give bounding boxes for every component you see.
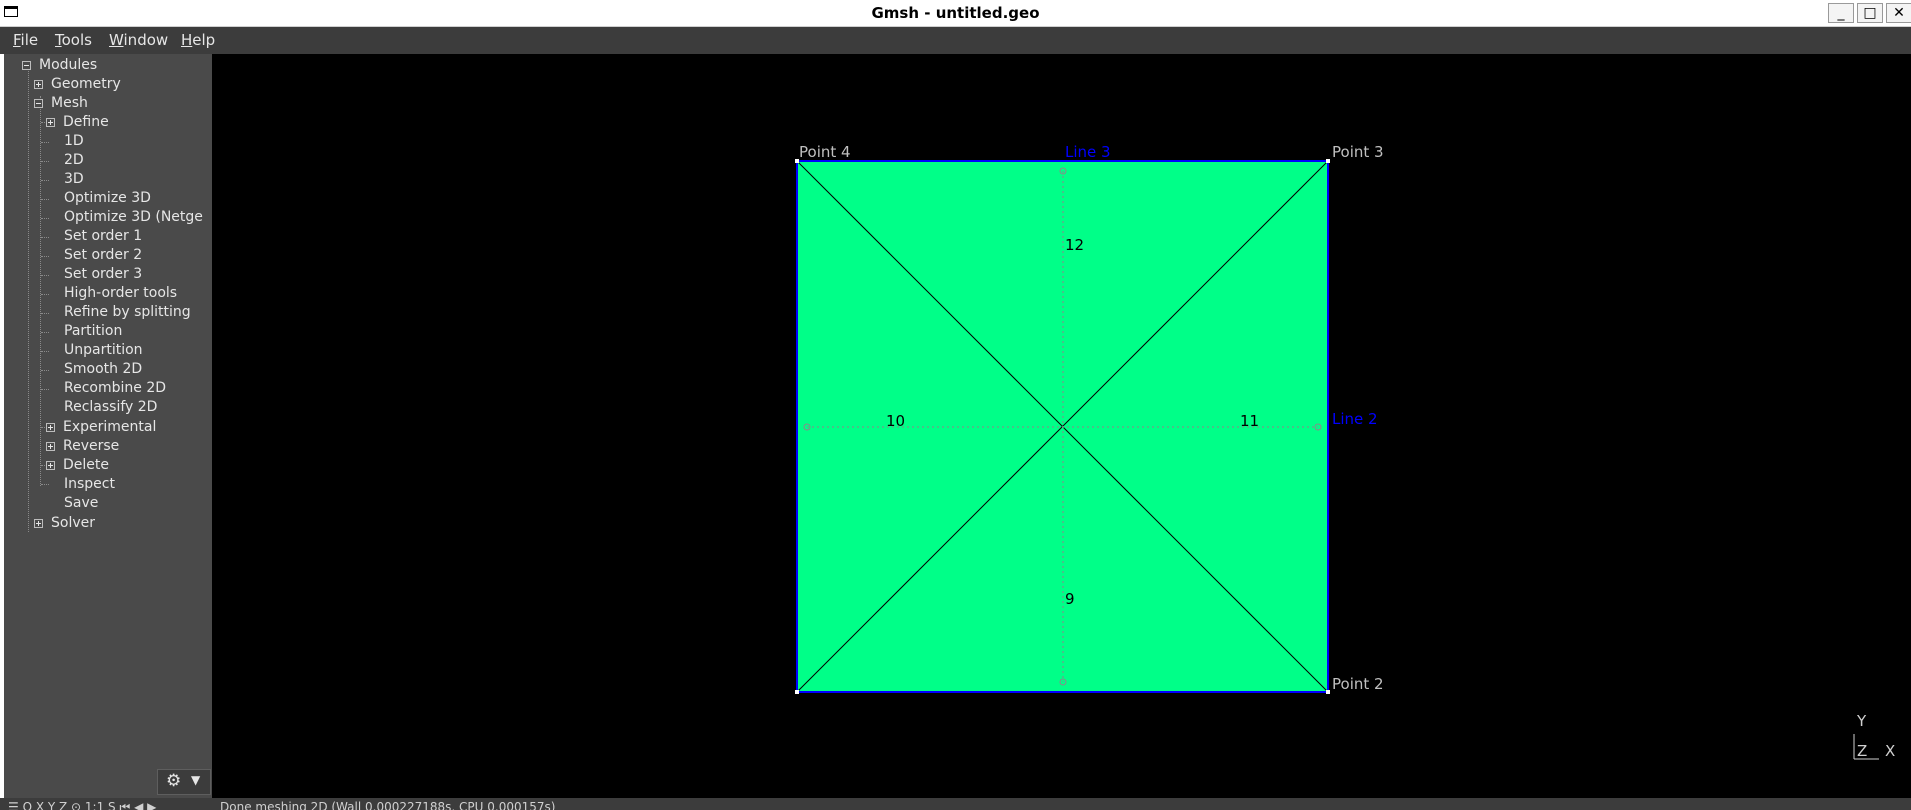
tree-connector	[41, 294, 49, 295]
tree-connector	[41, 161, 49, 162]
point-label: Point 3	[1332, 143, 1384, 161]
tree-connector	[41, 180, 49, 181]
point-label: Point 4	[799, 143, 851, 161]
axis-x-label: X	[1885, 742, 1895, 760]
axes-indicator: Y Z X	[1853, 712, 1895, 760]
tree-item-save[interactable]: Save	[64, 494, 98, 513]
title-bar: Gmsh - untitled.geo _ □ ✕	[0, 0, 1911, 27]
tree-item-reclassify-2d[interactable]: Reclassify 2D	[64, 398, 157, 417]
element-label: 11	[1240, 412, 1259, 430]
tree-connector	[41, 332, 49, 333]
menu-help[interactable]: Help	[181, 31, 215, 49]
geometry-point[interactable]	[795, 690, 799, 694]
tree-item-1d[interactable]: 1D	[64, 132, 84, 151]
element-label: 12	[1065, 236, 1084, 254]
tree-item-2d[interactable]: 2D	[64, 151, 84, 170]
caret-down-icon: ▼	[191, 773, 201, 787]
graphics-viewport[interactable]: Point 4 Point 3 Point 2 Line 3 Line 2 12…	[212, 54, 1911, 798]
module-tree[interactable]: Modules Geometry Mesh Define 1D 2D 3D Op…	[4, 54, 212, 798]
expand-icon[interactable]	[46, 461, 55, 470]
window-title: Gmsh - untitled.geo	[871, 4, 1040, 22]
tree-item-refine-by-splitting[interactable]: Refine by splitting	[64, 303, 191, 322]
status-bar: ☰ O X Y Z ⊙ 1:1 S ⏮ ◀ ▶ Done meshing 2D …	[0, 798, 1911, 810]
axis-z-label: Z	[1857, 742, 1867, 760]
close-button[interactable]: ✕	[1886, 3, 1911, 23]
tree-item-partition[interactable]: Partition	[64, 322, 122, 341]
geometry-point[interactable]	[1326, 690, 1330, 694]
expand-icon[interactable]	[34, 80, 43, 89]
collapse-icon[interactable]	[34, 99, 43, 108]
tree-connector	[41, 351, 49, 352]
tree-item-3d[interactable]: 3D	[64, 170, 84, 189]
expand-icon[interactable]	[46, 442, 55, 451]
tree-connector	[41, 142, 49, 143]
tree-connector	[41, 389, 49, 390]
status-message: Done meshing 2D (Wall 0.000227188s, CPU …	[220, 800, 556, 810]
tree-connector	[41, 199, 49, 200]
tree-item-smooth-2d[interactable]: Smooth 2D	[64, 360, 142, 379]
menu-tools[interactable]: Tools	[55, 31, 92, 49]
tree-item-inspect[interactable]: Inspect	[64, 475, 115, 494]
expand-icon[interactable]	[34, 519, 43, 528]
tree-item-set-order-3[interactable]: Set order 3	[64, 265, 142, 284]
minimize-button[interactable]: _	[1828, 3, 1854, 23]
expand-icon[interactable]	[46, 118, 55, 127]
tree-connector	[41, 484, 49, 485]
expand-icon[interactable]	[46, 423, 55, 432]
tree-connector	[41, 370, 49, 371]
tree-connector	[41, 256, 49, 257]
axis-y-label: Y	[1856, 712, 1867, 730]
tree-item-optimize-3d-netgen[interactable]: Optimize 3D (Netge	[64, 208, 210, 227]
element-label: 10	[886, 412, 905, 430]
tree-connector	[41, 218, 49, 219]
point-label: Point 2	[1332, 675, 1384, 693]
tree-item-unpartition[interactable]: Unpartition	[64, 341, 143, 360]
menu-bar: File Tools Window Help	[0, 27, 1911, 54]
settings-button[interactable]: ⚙ ▼	[157, 769, 211, 795]
maximize-button[interactable]: □	[1857, 3, 1883, 23]
menu-file[interactable]: File	[13, 31, 38, 49]
tree-item-high-order-tools[interactable]: High-order tools	[64, 284, 177, 303]
view-toolbar[interactable]: ☰ O X Y Z ⊙ 1:1 S ⏮ ◀ ▶	[8, 800, 156, 810]
tree-connector	[41, 313, 49, 314]
tree-item-recombine-2d[interactable]: Recombine 2D	[64, 379, 166, 398]
collapse-icon[interactable]	[22, 61, 31, 70]
tree-connector	[28, 66, 29, 532]
tree-item-optimize-3d[interactable]: Optimize 3D	[64, 189, 151, 208]
geometry-point[interactable]	[1326, 159, 1330, 163]
line-label: Line 2	[1332, 410, 1378, 428]
tree-connector	[41, 275, 49, 276]
line-label: Line 3	[1065, 143, 1111, 161]
gear-icon: ⚙	[166, 771, 182, 791]
tree-item-set-order-1[interactable]: Set order 1	[64, 227, 142, 246]
element-label: 9	[1065, 590, 1075, 608]
menu-window[interactable]: Window	[109, 31, 168, 49]
tree-item-set-order-2[interactable]: Set order 2	[64, 246, 142, 265]
tree-connector	[41, 237, 49, 238]
